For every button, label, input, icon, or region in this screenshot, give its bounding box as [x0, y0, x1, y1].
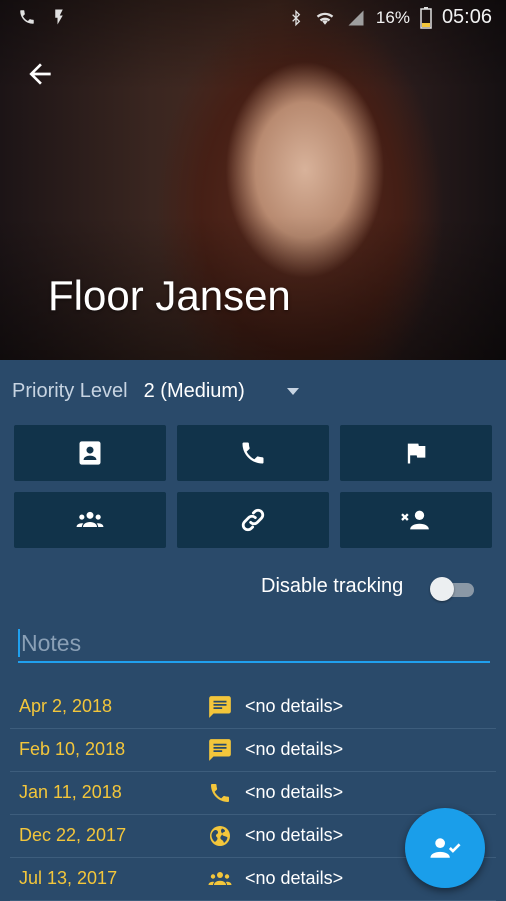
back-arrow-icon — [29, 63, 51, 85]
notes-field[interactable]: Notes — [18, 625, 490, 663]
history-details: <no details> — [245, 696, 344, 716]
contact-card-icon — [79, 441, 101, 465]
contact-card-button[interactable] — [14, 425, 166, 481]
group-button[interactable] — [14, 492, 166, 548]
notes-placeholder: Notes — [21, 629, 82, 656]
text-cursor — [18, 629, 20, 657]
bluetooth-icon — [292, 9, 301, 26]
priority-label: Priority Level — [12, 380, 128, 402]
history-details: <no details> — [245, 739, 344, 759]
checkin-fab[interactable] — [405, 808, 485, 888]
history-row[interactable]: Apr 2, 2018 <no details> — [10, 685, 496, 729]
link-icon — [241, 508, 265, 532]
battery-icon — [420, 6, 432, 29]
history-details: <no details> — [245, 868, 344, 888]
back-button[interactable] — [24, 58, 56, 90]
group-icon — [76, 511, 104, 527]
history-date: Jul 13, 2017 — [19, 868, 118, 888]
priority-value: 2 (Medium) — [143, 380, 245, 402]
message-icon — [209, 695, 231, 718]
flag-icon — [407, 443, 426, 464]
history-date: Dec 22, 2017 — [19, 825, 127, 845]
flash-icon — [55, 9, 63, 25]
disable-tracking-toggle[interactable] — [430, 577, 474, 601]
history-details: <no details> — [245, 825, 344, 845]
person-check-icon — [430, 838, 461, 858]
remove-person-icon — [401, 510, 429, 530]
globe-icon — [210, 825, 230, 846]
disable-tracking-label: Disable tracking — [261, 575, 404, 597]
remove-contact-button[interactable] — [340, 492, 492, 548]
history-row[interactable]: Feb 10, 2018 <no details> — [10, 728, 496, 772]
history-row[interactable]: Jan 11, 2018 <no details> — [10, 771, 496, 815]
clock: 05:06 — [441, 6, 492, 28]
dropdown-caret-icon — [286, 388, 299, 395]
history-details: <no details> — [245, 782, 344, 802]
toggle-thumb — [430, 577, 454, 601]
message-icon — [209, 738, 231, 761]
contact-name: Floor Jansen — [48, 272, 291, 319]
wifi-icon — [316, 12, 334, 25]
battery-percent: 16% — [375, 7, 410, 27]
history-date: Apr 2, 2018 — [19, 696, 113, 716]
flag-button[interactable] — [340, 425, 492, 481]
history-date: Feb 10, 2018 — [19, 739, 126, 759]
priority-selector[interactable]: Priority Level 2 (Medium) — [12, 380, 299, 403]
phone-icon — [242, 442, 264, 464]
signal-icon — [348, 10, 364, 25]
call-button[interactable] — [177, 425, 329, 481]
phone-icon — [211, 783, 229, 802]
status-bar: 16% 05:06 — [0, 0, 506, 36]
history-date: Jan 11, 2018 — [19, 782, 122, 802]
group-icon — [208, 871, 232, 885]
link-button[interactable] — [177, 492, 329, 548]
missed-call-icon — [20, 10, 34, 24]
